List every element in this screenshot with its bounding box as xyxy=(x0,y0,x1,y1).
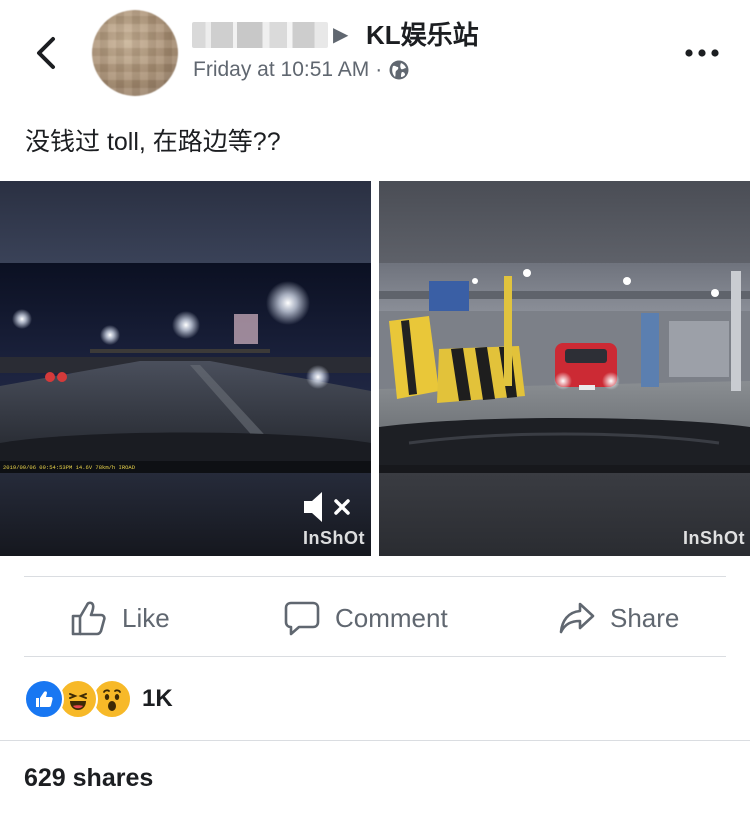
post-text: 没钱过 toll, 在路边等?? xyxy=(25,128,281,156)
chevron-left-icon xyxy=(37,37,55,69)
speaker-muted-icon[interactable] xyxy=(302,488,354,526)
group-name[interactable]: KL娱乐站 xyxy=(366,16,479,54)
more-options-button[interactable] xyxy=(680,36,724,70)
share-button[interactable]: Share xyxy=(558,590,679,646)
haha-reaction-icon xyxy=(58,679,98,719)
back-button[interactable] xyxy=(26,30,66,76)
wow-reaction-icon xyxy=(92,679,132,719)
timestamp[interactable]: Friday at 10:51 AM xyxy=(193,56,369,84)
like-reaction-icon xyxy=(24,679,64,719)
meta-separator: · xyxy=(375,58,383,81)
share-label: Share xyxy=(610,602,680,633)
post-meta: Friday at 10:51 AM · xyxy=(193,56,410,84)
reaction-count: 1K xyxy=(142,685,173,712)
reactions-summary[interactable]: 1K xyxy=(24,679,173,719)
toll-plaza-scene xyxy=(379,181,750,556)
like-label: Like xyxy=(122,602,170,633)
divider xyxy=(24,576,726,577)
shared-to-arrow-icon: ▶ xyxy=(333,24,349,46)
video-left[interactable]: 2019/09/06 09:54:53PM 14.6V 78km/h IROAD… xyxy=(0,181,371,556)
dashcam-overlay: 2019/09/06 09:54:53PM 14.6V 78km/h IROAD xyxy=(3,464,136,471)
comment-label: Comment xyxy=(335,602,448,633)
globe-icon xyxy=(389,60,409,80)
author-name-blurred[interactable] xyxy=(192,22,328,48)
inshot-watermark: InShOt xyxy=(303,528,365,548)
more-horizontal-icon xyxy=(685,49,719,57)
divider xyxy=(24,656,726,657)
thumbs-up-icon xyxy=(70,599,108,637)
comment-button[interactable]: Comment xyxy=(283,590,448,646)
avatar[interactable] xyxy=(92,10,178,96)
inshot-watermark: InShOt xyxy=(683,528,745,548)
like-button[interactable]: Like xyxy=(70,590,170,646)
comment-icon xyxy=(283,599,321,637)
share-count[interactable]: 629 shares xyxy=(24,764,153,793)
share-arrow-icon xyxy=(558,599,596,637)
divider xyxy=(0,740,750,741)
video-right[interactable]: InShOt xyxy=(379,181,750,556)
